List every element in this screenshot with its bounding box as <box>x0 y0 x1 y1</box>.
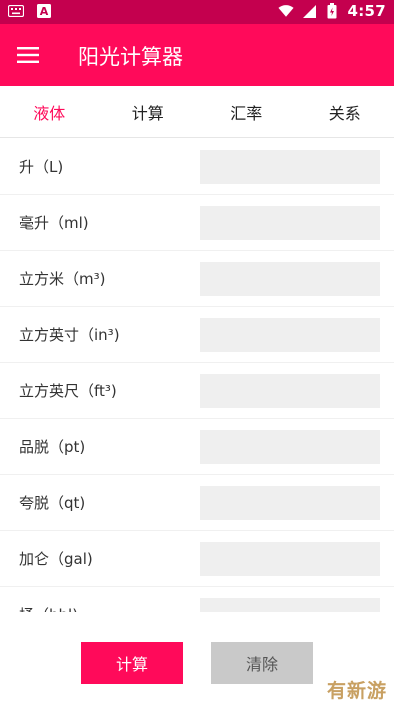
list-item: 升（L) <box>0 139 394 195</box>
tab-liquid[interactable]: 液体 <box>0 86 99 137</box>
svg-text:A: A <box>40 5 49 18</box>
unit-label: 桶（bbl) <box>19 587 78 612</box>
unit-label: 加仑（gal) <box>19 550 93 568</box>
unit-value-input[interactable] <box>200 542 380 576</box>
unit-label: 立方英寸（in³) <box>19 326 120 344</box>
list-item: 立方英尺（ft³) <box>0 363 394 419</box>
tab-relation[interactable]: 关系 <box>296 86 394 137</box>
tab-exchange-rate[interactable]: 汇率 <box>197 86 296 137</box>
list-item: 夸脱（qt) <box>0 475 394 531</box>
hamburger-menu-icon <box>17 47 39 63</box>
list-item: 立方米（m³) <box>0 251 394 307</box>
tab-bar: 液体 计算 汇率 关系 <box>0 86 394 138</box>
unit-label: 升（L) <box>19 158 64 176</box>
battery-icon <box>324 3 340 19</box>
clear-button[interactable]: 清除 <box>211 642 313 684</box>
tab-calculate[interactable]: 计算 <box>99 86 198 137</box>
unit-value-input[interactable] <box>200 262 380 296</box>
letter-a-icon: A <box>36 3 52 19</box>
list-item: 加仑（gal) <box>0 531 394 587</box>
unit-value-input[interactable] <box>200 374 380 408</box>
signal-icon <box>301 3 317 19</box>
unit-value-input[interactable] <box>200 430 380 464</box>
status-time: 4:57 <box>347 2 386 20</box>
unit-label: 夸脱（qt) <box>19 494 86 512</box>
unit-list[interactable]: 升（L) 毫升（ml) 立方米（m³) 立方英寸（in³) 立方英尺（ft³) … <box>0 139 394 612</box>
list-item: 品脱（pt) <box>0 419 394 475</box>
unit-label: 立方英尺（ft³) <box>19 382 117 400</box>
status-bar: A 4:57 <box>0 0 394 24</box>
unit-label: 品脱（pt) <box>19 438 86 456</box>
unit-label: 毫升（ml) <box>19 214 89 232</box>
list-item: 桶（bbl) <box>0 587 394 612</box>
unit-value-input[interactable] <box>200 206 380 240</box>
unit-label: 立方米（m³) <box>19 270 106 288</box>
calculate-button[interactable]: 计算 <box>81 642 183 684</box>
list-item: 毫升（ml) <box>0 195 394 251</box>
watermark-logo: 有新游 <box>322 676 392 702</box>
wifi-icon <box>278 3 295 19</box>
unit-value-input[interactable] <box>200 486 380 520</box>
list-item: 立方英寸（in³) <box>0 307 394 363</box>
status-right-icons: 4:57 <box>278 2 386 20</box>
keyboard-icon <box>8 3 24 19</box>
menu-button[interactable] <box>10 37 46 73</box>
unit-value-input[interactable] <box>200 150 380 184</box>
app-bar: 阳光计算器 <box>0 24 394 86</box>
unit-value-input[interactable] <box>200 318 380 352</box>
status-left-icons: A <box>8 3 52 19</box>
unit-value-input[interactable] <box>200 598 380 612</box>
app-title: 阳光计算器 <box>78 45 183 69</box>
